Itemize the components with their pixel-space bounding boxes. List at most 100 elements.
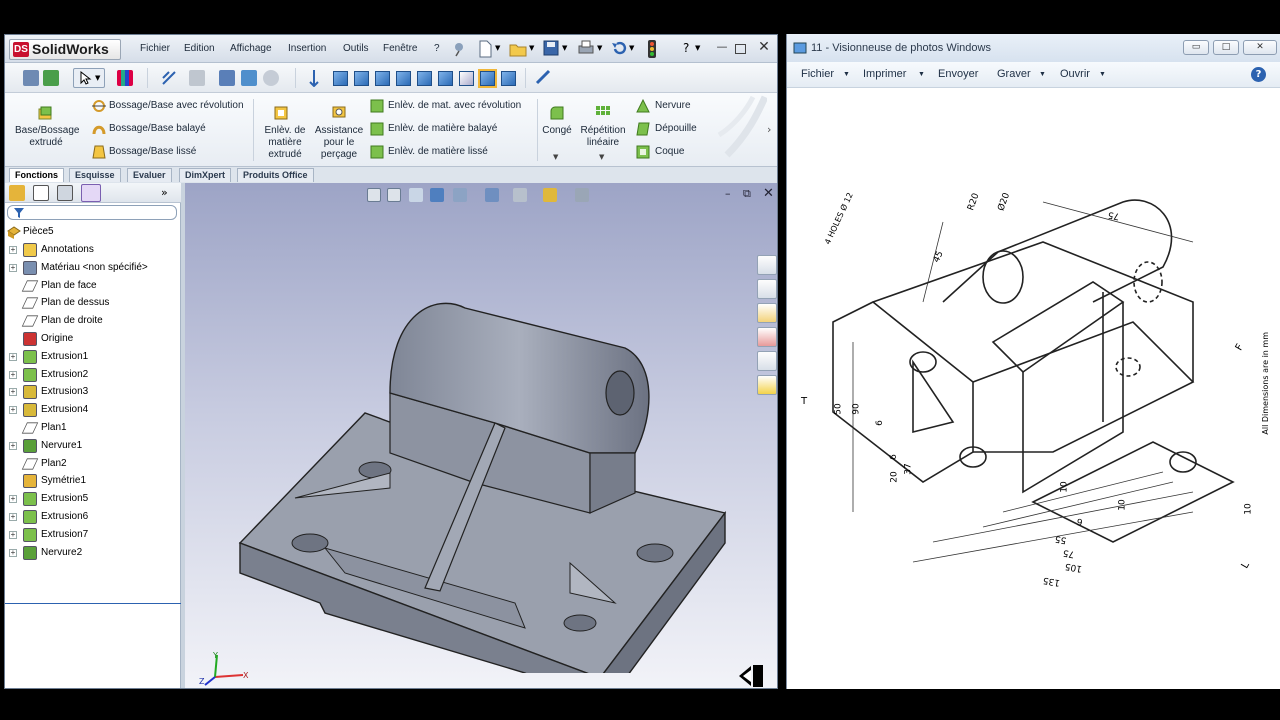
- tile-view-icon[interactable]: ⧉: [743, 187, 751, 201]
- extrude-boss-icon[interactable]: [37, 105, 53, 121]
- zoom-to-fit-icon[interactable]: [367, 188, 381, 202]
- tab-esquisse[interactable]: Esquisse: [69, 168, 121, 182]
- hole-wizard-icon[interactable]: [331, 103, 347, 119]
- pv-menu-graver[interactable]: Graver: [997, 68, 1031, 80]
- rebuild-traffic-light-icon[interactable]: [647, 39, 657, 59]
- hide-show-icon[interactable]: [513, 188, 527, 202]
- view-right-icon[interactable]: [396, 71, 411, 86]
- draft-icon[interactable]: [635, 121, 651, 137]
- tree-expand-icon[interactable]: +: [9, 495, 17, 504]
- loft-boss-icon[interactable]: [91, 144, 107, 160]
- graphics-area[interactable]: – ⧉ ✕ X Y Z: [185, 183, 777, 688]
- zoom-area-icon[interactable]: [387, 188, 401, 202]
- tree-item[interactable]: + Extrusion2: [5, 366, 181, 384]
- view-trimetric-icon[interactable]: [501, 71, 516, 86]
- loft-boss-button[interactable]: Bossage/Base lissé: [109, 146, 196, 158]
- revolve-boss-icon[interactable]: [91, 98, 107, 114]
- tree-expand-icon[interactable]: +: [9, 548, 17, 557]
- pv-menu-ouvrir[interactable]: Ouvrir: [1060, 68, 1090, 80]
- tab-dimxpert[interactable]: DimXpert: [179, 168, 232, 182]
- revolve-boss-button[interactable]: Bossage/Base avec révolution: [109, 100, 244, 112]
- close-icon[interactable]: ✕: [757, 40, 771, 55]
- pv-graver-dropdown-icon[interactable]: ▼: [1039, 71, 1046, 78]
- sweep-cut-icon[interactable]: [369, 121, 385, 137]
- minimize-icon[interactable]: —: [715, 41, 729, 55]
- rib-button[interactable]: Nervure: [655, 100, 691, 112]
- tree-expand-icon[interactable]: +: [9, 530, 17, 539]
- help-dropdown-icon[interactable]: ▼: [695, 44, 700, 52]
- part-icon[interactable]: [219, 70, 235, 86]
- undo-icon[interactable]: [611, 40, 627, 56]
- extruded-cut-icon[interactable]: [273, 105, 289, 121]
- tree-item[interactable]: Plan2: [5, 455, 181, 473]
- pv-imprimer-dropdown-icon[interactable]: ▼: [918, 71, 925, 78]
- panel-expand-icon[interactable]: »: [161, 186, 168, 199]
- view-isometric-icon[interactable]: [478, 69, 497, 88]
- tab-produits-office[interactable]: Produits Office: [237, 168, 314, 182]
- tree-item[interactable]: Plan de face: [5, 277, 181, 295]
- search-icon[interactable]: [757, 327, 777, 347]
- tab-evaluer[interactable]: Evaluer: [127, 168, 172, 182]
- rollback-bar[interactable]: [5, 603, 181, 604]
- feature-filter-input[interactable]: [7, 205, 177, 220]
- tree-item[interactable]: + Annotations: [5, 241, 181, 259]
- tree-item[interactable]: + Extrusion5: [5, 490, 181, 508]
- sweep-cut-button[interactable]: Enlèv. de matière balayé: [388, 123, 497, 135]
- restore-view-icon[interactable]: –: [725, 187, 731, 200]
- sketch-icon[interactable]: [161, 70, 177, 86]
- draft-button[interactable]: Dépouille: [655, 123, 697, 135]
- open-dropdown-icon[interactable]: ▼: [529, 44, 534, 52]
- open-folder-icon[interactable]: [509, 40, 527, 58]
- extruded-cut-button[interactable]: Enlèv. de matière extrudé: [257, 125, 313, 161]
- grid-icon[interactable]: [117, 70, 133, 86]
- measure-icon[interactable]: [535, 69, 551, 87]
- dimxpert-tab-icon[interactable]: [81, 184, 101, 202]
- pv-menu-envoyer[interactable]: Envoyer: [938, 68, 978, 80]
- hole-wizard-button[interactable]: Assistance pour le perçage: [310, 125, 368, 161]
- appearances-icon[interactable]: [757, 375, 777, 395]
- view-bottom-icon[interactable]: [438, 71, 453, 86]
- select-dropdown-icon[interactable]: ▼: [95, 74, 100, 82]
- tree-item[interactable]: + Extrusion6: [5, 508, 181, 526]
- file-explorer-icon[interactable]: [757, 303, 777, 323]
- tree-item[interactable]: + Extrusion1: [5, 348, 181, 366]
- menu-edition[interactable]: Edition: [184, 43, 215, 54]
- pin-icon[interactable]: [451, 41, 467, 57]
- pv-menu-imprimer[interactable]: Imprimer: [863, 68, 906, 80]
- shell-button[interactable]: Coque: [655, 146, 684, 158]
- new-document-icon[interactable]: [477, 40, 493, 58]
- shell-icon[interactable]: [635, 144, 651, 160]
- configuration-tab-icon[interactable]: [57, 185, 73, 201]
- tree-expand-icon[interactable]: +: [9, 370, 17, 379]
- solidworks-resources-icon[interactable]: [757, 255, 777, 275]
- tree-item[interactable]: + Nervure1: [5, 437, 181, 455]
- solidworks-logo[interactable]: DS SolidWorks: [9, 39, 121, 60]
- fillet-icon[interactable]: [549, 105, 565, 121]
- menu-fenetre[interactable]: Fenêtre: [383, 43, 417, 54]
- section-view-hud-icon[interactable]: [430, 188, 444, 202]
- menu-outils[interactable]: Outils: [343, 43, 369, 54]
- linear-pattern-button[interactable]: Répétition linéaire: [577, 125, 629, 149]
- pv-close-icon[interactable]: ✕: [1243, 40, 1277, 55]
- tab-fonctions[interactable]: Fonctions: [9, 168, 64, 182]
- menu-fichier[interactable]: Fichier: [140, 43, 170, 54]
- tree-expand-icon[interactable]: +: [9, 263, 17, 272]
- pv-minimize-icon[interactable]: ▭: [1183, 40, 1209, 55]
- property-manager-tab-icon[interactable]: [33, 185, 49, 201]
- tree-root[interactable]: Pièce5: [5, 223, 181, 241]
- section-view-icon[interactable]: [307, 69, 321, 87]
- view-normal-icon[interactable]: [459, 71, 474, 86]
- sweep-boss-icon[interactable]: [91, 121, 107, 137]
- view-back-icon[interactable]: [354, 71, 369, 86]
- tree-expand-icon[interactable]: +: [9, 441, 17, 450]
- menu-insertion[interactable]: Insertion: [288, 43, 326, 54]
- rib-icon[interactable]: [635, 98, 651, 114]
- save-icon[interactable]: [543, 40, 559, 56]
- undo-dropdown-icon[interactable]: ▼: [629, 44, 634, 52]
- pattern-dropdown-icon[interactable]: ▼: [599, 153, 604, 161]
- loft-cut-button[interactable]: Enlèv. de matière lissé: [388, 146, 488, 158]
- revolve-cut-button[interactable]: Enlèv. de mat. avec révolution: [388, 100, 521, 112]
- assembly-icon[interactable]: [241, 70, 257, 86]
- pv-help-icon[interactable]: ?: [1251, 67, 1266, 82]
- ribbon-scroll-right-icon[interactable]: ›: [767, 123, 771, 136]
